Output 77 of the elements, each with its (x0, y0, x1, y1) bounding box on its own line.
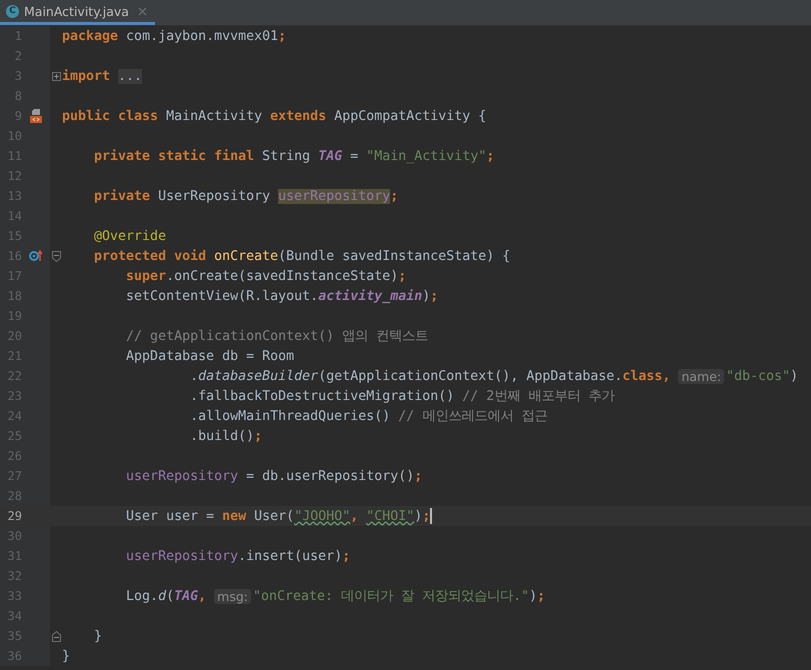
code-text: String (261, 148, 312, 164)
keyword-text: , (350, 508, 360, 524)
string-literal: "JOOHO" (294, 508, 350, 524)
keyword-text: extends (270, 108, 326, 124)
keyword-text: ; (278, 28, 286, 44)
code-comment: // getApplicationContext() 앱의 컨텍스트 (125, 328, 428, 345)
code-text: Log. (125, 588, 158, 604)
code-text: = db.userRepository() (245, 468, 414, 484)
code-text: .fallbackToDestructiveMigration() (189, 388, 456, 404)
field-name: userRepository (125, 548, 238, 564)
keyword-text: , (198, 588, 208, 604)
fold-end-icon[interactable] (52, 630, 60, 642)
constant-name: activity_main (318, 288, 422, 304)
keyword-text: class, (622, 368, 672, 384)
code-text: } (93, 628, 102, 644)
keyword-text: ; (342, 548, 350, 564)
override-marker-icon[interactable] (29, 250, 43, 262)
keyword-text: public class (62, 108, 158, 124)
string-literal: "Main_Activity" (366, 148, 486, 164)
keyword-text: ; (398, 268, 406, 284)
code-text: com.jaybon.mvvmex01 (125, 28, 278, 44)
line-number: 29 (6, 509, 22, 523)
code-text: . (189, 368, 198, 384)
string-literal: "CHOI" (366, 508, 414, 524)
code-text: AppCompatActivity { (333, 108, 486, 124)
constant-name: TAG (174, 588, 198, 604)
keyword-text: ; (430, 288, 438, 304)
code-text: .insert(user) (238, 548, 342, 564)
code-text: (Bundle savedInstanceState) { (278, 248, 510, 264)
annotation-text: @Override (93, 228, 166, 244)
keyword-text: import (62, 68, 112, 84)
code-text: AppDatabase db = Room (125, 348, 294, 364)
keyword-text: ; (486, 148, 494, 164)
code-text: .build() (189, 428, 254, 444)
code-text: .allowMainThreadQueries() (189, 408, 392, 424)
constant-name: TAG (318, 148, 342, 164)
keyword-text: private (93, 188, 150, 204)
code-text: ) (414, 508, 422, 524)
parameter-hint: name: (678, 368, 724, 384)
collapse-fold-icon[interactable] (52, 250, 60, 262)
code-text: ) (529, 588, 538, 604)
keyword-text: ; (390, 188, 398, 204)
code-text: = (349, 148, 360, 164)
code-text: User( (253, 508, 294, 524)
keyword-text: ; (537, 588, 546, 604)
string-literal: "db-cos" (726, 368, 790, 384)
string-literal: "onCreate: 데이터가 잘 저장되었습니다." (253, 588, 530, 605)
keyword-text: package (62, 28, 118, 44)
code-text: User user = (125, 508, 216, 524)
code-text: } (62, 648, 70, 664)
keyword-text: ; (414, 468, 422, 484)
code-text: .onCreate(savedInstanceState) (166, 268, 398, 284)
code-text: MainActivity (165, 108, 264, 124)
keyword-text: ; (422, 508, 430, 524)
class-icon: C (6, 4, 19, 18)
field-name: userRepository (125, 468, 238, 484)
parameter-hint: msg: (214, 588, 251, 604)
keyword-text: private static final (93, 148, 254, 164)
expand-fold-icon[interactable] (52, 72, 60, 80)
keyword-text: ; (254, 428, 262, 444)
code-text: (getApplicationContext(), AppDatabase. (318, 368, 622, 384)
method-name: d (158, 588, 166, 604)
keyword-text: super (125, 268, 166, 284)
code-comment: // 메인쓰레드에서 접근 (398, 408, 548, 425)
method-name: databaseBuilder (198, 368, 318, 384)
code-text: ( (166, 588, 174, 604)
folded-code[interactable]: ... (118, 68, 142, 84)
method-name: onCreate (214, 248, 278, 264)
code-text: setContentView(R.layout. (125, 288, 318, 304)
code-text: UserRepository (157, 188, 272, 204)
code-comment: // 2번째 배포부터 추가 (462, 388, 614, 405)
field-name: userRepository (278, 188, 390, 204)
code-text: ) (422, 288, 430, 304)
code-text: ) (790, 368, 798, 384)
keyword-text: new (222, 508, 246, 524)
keyword-text: protected void (93, 248, 208, 264)
layout-file-icon[interactable] (29, 109, 43, 123)
